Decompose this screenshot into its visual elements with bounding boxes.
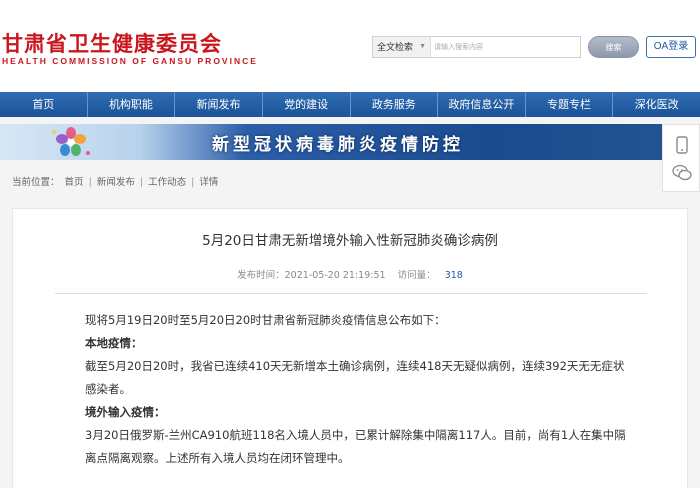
mobile-icon[interactable] xyxy=(672,135,692,155)
search-input[interactable] xyxy=(434,39,574,55)
imported-epidemic-text-line2: 离点隔离观察。上述所有入境人员均在闭环管理中。 xyxy=(85,451,350,465)
breadcrumb-detail: 详情 xyxy=(199,177,219,188)
breadcrumb-prefix: 当前位置： xyxy=(12,177,60,188)
article-intro: 现将5月19日20时至5月20日20时甘肃省新冠肺炎疫情信息公布如下： xyxy=(85,313,446,327)
breadcrumb-work-updates[interactable]: 工作动态 xyxy=(148,177,186,188)
article-panel: 5月20日甘肃无新增境外输入性新冠肺炎确诊病例 发布时间：2021-05-20 … xyxy=(12,208,688,488)
nav-item-news[interactable]: 新闻发布 xyxy=(175,92,263,117)
nav-item-services[interactable]: 政务服务 xyxy=(351,92,439,117)
publish-time-label: 发布时间： xyxy=(237,270,285,281)
oa-login-button[interactable]: OA登录 xyxy=(646,36,696,58)
nav-item-institution[interactable]: 机构职能 xyxy=(88,92,176,117)
breadcrumb-home[interactable]: 首页 xyxy=(65,177,84,188)
wechat-icon[interactable] xyxy=(672,163,692,183)
nav-item-home[interactable]: 首页 xyxy=(0,92,88,117)
local-epidemic-text-line1: 截至5月20日20时，我省已连续410天无新增本土确诊病例，连续418天无疑似病… xyxy=(85,359,625,373)
local-epidemic-heading: 本地疫情： xyxy=(85,336,143,350)
nav-item-reform[interactable]: 深化医改 xyxy=(613,92,700,117)
site-logo-english: HEALTH COMMISSION OF GANSU PROVINCE xyxy=(2,56,258,66)
main-nav: 首页 机构职能 新闻发布 党的建设 政务服务 政府信息公开 专题专栏 深化医改 xyxy=(0,92,700,117)
divider xyxy=(55,293,647,294)
nav-item-topics[interactable]: 专题专栏 xyxy=(526,92,614,117)
views-count: 318 xyxy=(444,270,463,281)
banner-title: 新型冠状病毒肺炎疫情防控 xyxy=(212,135,464,155)
search-box: 全文检索 ▼ xyxy=(372,36,581,58)
breadcrumb-separator: | xyxy=(139,177,144,188)
side-toolbar xyxy=(662,124,700,192)
article-body: 现将5月19日20时至5月20日20时甘肃省新冠肺炎疫情信息公布如下： 本地疫情… xyxy=(85,309,655,470)
chevron-down-icon: ▼ xyxy=(419,43,426,50)
site-logo-chinese[interactable]: 甘肃省卫生健康委员会 xyxy=(2,28,222,58)
flower-emblem-icon xyxy=(52,127,90,156)
nav-item-party[interactable]: 党的建设 xyxy=(263,92,351,117)
site-header: 甘肃省卫生健康委员会 HEALTH COMMISSION OF GANSU PR… xyxy=(0,0,700,92)
breadcrumb: 当前位置： 首页 | 新闻发布 | 工作动态 | 详情 xyxy=(12,174,220,188)
imported-epidemic-text-line1: 3月20日俄罗斯-兰州CA910航班118名入境人员中，已累计解除集中隔离117… xyxy=(85,428,626,442)
breadcrumb-separator: | xyxy=(191,177,195,188)
search-scope-select[interactable]: 全文检索 ▼ xyxy=(373,37,431,57)
search-button[interactable]: 搜索 xyxy=(588,36,639,58)
article-title: 5月20日甘肃无新增境外输入性新冠肺炎确诊病例 xyxy=(202,233,498,249)
imported-epidemic-heading: 境外输入疫情： xyxy=(85,405,166,419)
article-meta: 发布时间：2021-05-20 21:19:51 访问量： 318 xyxy=(13,267,687,281)
covid-banner[interactable]: 新型冠状病毒肺炎疫情防控 xyxy=(0,124,700,160)
local-epidemic-text-line2: 感染者。 xyxy=(85,382,131,396)
views-label: 访问量： xyxy=(397,270,436,281)
breadcrumb-news[interactable]: 新闻发布 xyxy=(97,177,135,188)
breadcrumb-separator: | xyxy=(88,177,92,188)
search-scope-label: 全文检索 xyxy=(377,42,414,52)
nav-item-info-disclosure[interactable]: 政府信息公开 xyxy=(438,92,526,117)
publish-time: 2021-05-20 21:19:51 xyxy=(284,270,386,281)
